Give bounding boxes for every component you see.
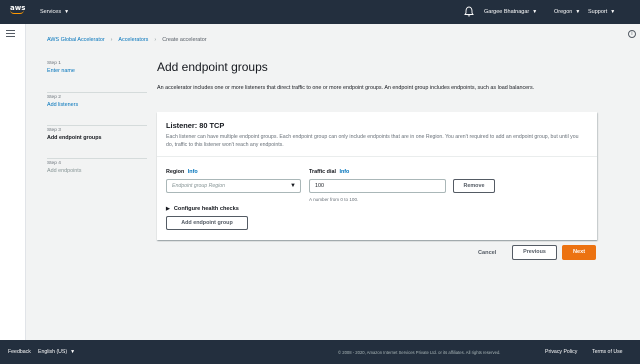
- traffic-dial-hint: A number from 0 to 100.: [309, 197, 359, 202]
- wizard-step-3: Step 3 Add endpoint groups: [47, 126, 147, 159]
- breadcrumb-global-accelerator[interactable]: AWS Global Accelerator: [47, 37, 105, 43]
- health-checks-label: Configure health checks: [173, 206, 239, 212]
- previous-button[interactable]: Previous: [512, 245, 557, 260]
- cancel-button[interactable]: Cancel: [478, 250, 496, 256]
- next-button[interactable]: Next: [562, 245, 596, 260]
- hamburger-menu-icon[interactable]: [6, 30, 15, 39]
- traffic-dial-info-link[interactable]: Info: [339, 169, 349, 175]
- traffic-dial-input[interactable]: 100: [309, 179, 446, 193]
- caret-down-icon: ▼: [575, 9, 581, 15]
- step-number: Step 1: [47, 61, 61, 66]
- remove-button[interactable]: Remove: [453, 179, 495, 193]
- listener-description: Each listener can have multiple endpoint…: [166, 134, 579, 148]
- left-navigation-rail: [0, 24, 26, 340]
- language-label: English (US): [38, 349, 68, 355]
- feedback-link[interactable]: Feedback: [8, 349, 31, 355]
- region-label: Oregon: [554, 9, 573, 15]
- region-field-label: Region Info: [166, 169, 198, 175]
- wizard-step-4: Step 4 Add endpoints: [47, 159, 147, 192]
- footer-bar: Feedback English (US) ▼ © 2008 - 2020, A…: [0, 340, 640, 364]
- chevron-right-icon: ›: [154, 37, 157, 43]
- step-link-add-listeners[interactable]: Add listeners: [47, 101, 147, 109]
- page-title: Add endpoint groups: [157, 60, 268, 74]
- breadcrumb-create-accelerator: Create accelerator: [162, 37, 207, 43]
- caret-right-icon: ▶: [166, 206, 170, 212]
- traffic-dial-field-label: Traffic dial Info: [309, 169, 349, 175]
- configure-health-checks-toggle[interactable]: ▶ Configure health checks: [166, 206, 239, 212]
- step-number: Step 4: [47, 161, 61, 166]
- step-disabled-add-endpoints: Add endpoints: [47, 168, 82, 174]
- info-panel-icon[interactable]: i: [628, 30, 636, 38]
- step-number: Step 3: [47, 128, 61, 133]
- privacy-policy-link[interactable]: Privacy Policy: [545, 349, 577, 355]
- add-endpoint-group-button[interactable]: Add endpoint group: [166, 216, 248, 230]
- bell-icon[interactable]: [464, 6, 474, 17]
- support-label: Support: [588, 9, 608, 15]
- endpoint-group-region-select[interactable]: Endpoint group Region ▼: [166, 179, 301, 193]
- step-link-enter-name[interactable]: Enter name: [47, 67, 147, 75]
- caret-down-icon: ▼: [532, 9, 538, 15]
- wizard-steps: Step 1 Enter name Step 2 Add listeners S…: [47, 60, 147, 192]
- caret-down-icon: ▼: [610, 9, 616, 15]
- support-menu[interactable]: Support ▼: [588, 9, 615, 15]
- listener-title: Listener: 80 TCP: [166, 121, 225, 130]
- page-description: An accelerator includes one or more list…: [157, 85, 535, 91]
- traffic-dial-label-text: Traffic dial: [309, 169, 336, 175]
- wizard-step-2: Step 2 Add listeners: [47, 93, 147, 126]
- terms-of-use-link[interactable]: Terms of Use: [592, 349, 623, 355]
- user-label: Gargee Bhatnagar: [484, 9, 530, 15]
- services-label: Services: [40, 9, 62, 15]
- region-info-link[interactable]: Info: [188, 169, 198, 175]
- caret-down-icon: ▼: [70, 349, 76, 355]
- caret-down-icon: ▼: [64, 9, 70, 15]
- user-menu[interactable]: Gargee Bhatnagar ▼: [484, 9, 537, 15]
- services-menu[interactable]: Services ▼: [40, 9, 69, 15]
- language-selector[interactable]: English (US) ▼: [38, 349, 75, 355]
- aws-logo-text: aws: [10, 4, 26, 12]
- step-current-add-endpoint-groups: Add endpoint groups: [47, 135, 102, 141]
- aws-logo[interactable]: aws: [10, 4, 28, 20]
- caret-down-icon: ▼: [290, 183, 296, 189]
- breadcrumb-accelerators[interactable]: Accelerators: [118, 37, 148, 43]
- listener-card: Listener: 80 TCP Each listener can have …: [157, 112, 597, 240]
- region-select-placeholder: Endpoint group Region: [172, 183, 226, 189]
- chevron-right-icon: ›: [110, 37, 113, 43]
- region-menu[interactable]: Oregon ▼: [554, 9, 580, 15]
- top-navigation-bar: aws Services ▼ Gargee Bhatnagar ▼ Oregon…: [0, 0, 640, 24]
- copyright-text: © 2008 - 2020, Amazon Internet Services …: [338, 350, 501, 355]
- wizard-step-1: Step 1 Enter name: [47, 60, 147, 93]
- step-number: Step 2: [47, 95, 61, 100]
- breadcrumb: AWS Global Accelerator › Accelerators › …: [47, 37, 207, 43]
- listener-card-header: Listener: 80 TCP Each listener can have …: [157, 112, 597, 157]
- region-label-text: Region: [166, 169, 185, 175]
